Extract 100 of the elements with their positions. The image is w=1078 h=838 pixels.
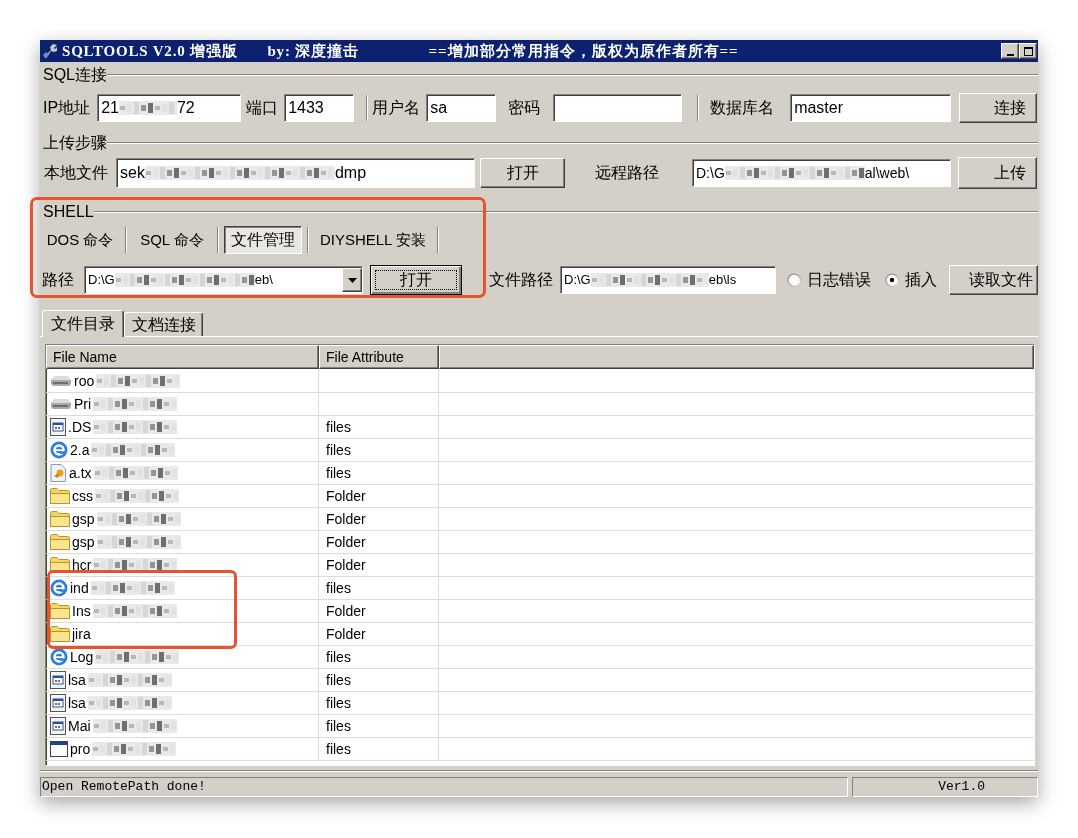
table-cell-text: Folder (326, 486, 366, 506)
folder-icon (50, 603, 70, 619)
file-name: roo (74, 371, 95, 391)
folder-icon (50, 626, 70, 642)
table-cell-text: files (326, 647, 351, 667)
table-cell-text: Folder (326, 601, 366, 621)
file-row[interactable]: hcr Folder (46, 554, 1034, 577)
radio-option[interactable]: 日志错误 (787, 268, 871, 292)
open-button[interactable]: 打开 (370, 265, 462, 295)
window-icon (50, 741, 68, 757)
folder-icon (50, 488, 70, 504)
column-header[interactable]: File Attribute (319, 345, 439, 369)
file-row[interactable]: .DS files (46, 416, 1034, 439)
mode-tab[interactable]: 文件管理 (224, 226, 302, 254)
group-label: 上传步骤 (43, 133, 107, 153)
file-name: a.tx (69, 463, 92, 483)
file-name: gsp (72, 532, 95, 552)
connect-button[interactable]: 连接 (959, 93, 1038, 123)
path-combobox[interactable]: D:\G eb\ (84, 266, 363, 294)
file-row[interactable]: Pri (46, 393, 1034, 416)
version-label: Ver1.0 (852, 777, 1038, 797)
read-file-button[interactable]: 读取文件 (949, 265, 1038, 295)
file-name: lsa (68, 670, 86, 690)
maximize-button[interactable] (1019, 43, 1037, 59)
file-name: Ins (72, 601, 91, 621)
mode-tab[interactable]: DIYSHELL 安装 (314, 226, 432, 254)
file-row[interactable]: ind files (46, 577, 1034, 600)
minimize-icon (1006, 54, 1014, 56)
file-row[interactable]: jira Folder (46, 623, 1034, 646)
dropdown-button[interactable] (342, 268, 362, 292)
file-path-field[interactable]: D:\G eb\ls (560, 266, 776, 294)
field-label: 用户名 (372, 98, 421, 118)
file-name: css (72, 486, 93, 506)
table-cell-text: Folder (326, 555, 366, 575)
file-name: jira (72, 624, 91, 644)
folder-icon (50, 534, 70, 550)
ip-address-field[interactable]: 21 72 (97, 94, 242, 122)
upload-button[interactable]: 上传 (958, 157, 1037, 189)
browser-icon (50, 441, 68, 459)
title-notice: ==增加部分常用指令，版权为原作者所有== (428, 41, 739, 61)
table-cell-text: files (326, 440, 351, 460)
database-name-field[interactable]: master (790, 94, 952, 122)
mode-tab[interactable]: DOS 命令 (40, 226, 120, 254)
table-cell-text: files (326, 578, 351, 598)
table-cell-text: files (326, 739, 351, 759)
field-label: IP地址 (43, 98, 91, 118)
disk-drive-icon (50, 398, 72, 410)
local-file-field[interactable]: sek dmp (116, 158, 475, 188)
column-header[interactable]: File Name (46, 345, 319, 369)
document-icon (50, 464, 67, 482)
tools-icon (42, 43, 58, 59)
file-name: lsa (68, 693, 86, 713)
window-document-icon (50, 418, 66, 436)
folder-icon (50, 511, 70, 527)
file-name: hcr (72, 555, 92, 575)
file-row[interactable]: gsp Folder (46, 531, 1034, 554)
table-cell-text: files (326, 716, 351, 736)
file-name: ind (70, 578, 89, 598)
author-credit: by: 深度撞击 (267, 41, 359, 61)
radio-option[interactable]: 插入 (885, 268, 937, 292)
field-label: 远程路径 (595, 163, 659, 183)
maximize-icon (1023, 46, 1033, 56)
file-row[interactable]: roo (46, 370, 1034, 393)
table-cell-text: files (326, 693, 351, 713)
window-document-icon (50, 671, 66, 689)
group-label: SHELL (43, 202, 94, 222)
mode-tab[interactable]: SQL 命令 (132, 226, 212, 254)
file-row[interactable]: css Folder (46, 485, 1034, 508)
tab[interactable]: 文件目录 (42, 310, 124, 337)
redaction-blur (118, 101, 177, 115)
browser-icon (50, 648, 68, 666)
disk-drive-icon (50, 375, 72, 387)
table-cell-text: files (326, 463, 351, 483)
caret-icon (347, 277, 357, 283)
file-row[interactable]: lsa files (46, 692, 1034, 715)
table-cell-text: Folder (326, 624, 366, 644)
remote-path-field[interactable]: D:\G al\web\ (692, 159, 951, 187)
window-document-icon (50, 694, 66, 712)
file-row[interactable]: Mai files (46, 715, 1034, 738)
file-row[interactable]: a.tx files (46, 462, 1034, 485)
group-label: SQL连接 (43, 65, 107, 85)
file-row[interactable]: pro files (46, 738, 1034, 761)
username-field[interactable]: sa (426, 94, 497, 122)
file-row[interactable]: Log files (46, 646, 1034, 669)
table-cell-text: files (326, 417, 351, 437)
minimize-button[interactable] (1001, 43, 1019, 59)
file-name: gsp (72, 509, 95, 529)
field-label: 端口 (246, 98, 279, 118)
table-cell-text: files (326, 670, 351, 690)
file-name: Pri (74, 394, 92, 414)
file-name: Log (70, 647, 94, 667)
port-field[interactable]: 1433 (284, 94, 355, 122)
password-field[interactable] (553, 94, 683, 122)
file-row[interactable]: 2.a files (46, 439, 1034, 462)
open-button[interactable]: 打开 (480, 158, 565, 188)
tab[interactable]: 文档连接 (124, 312, 203, 336)
file-row[interactable]: lsa files (46, 669, 1034, 692)
file-row[interactable]: Ins Folder (46, 600, 1034, 623)
window-document-icon (50, 717, 66, 735)
file-row[interactable]: gsp Folder (46, 508, 1034, 531)
